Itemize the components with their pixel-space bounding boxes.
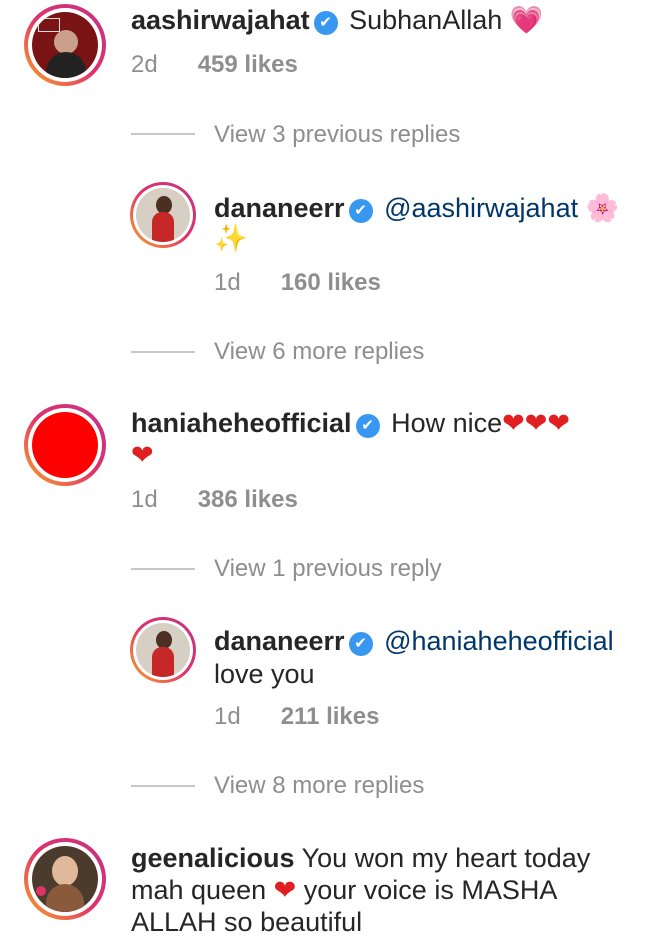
likes-count[interactable]: 459 likes	[198, 51, 298, 78]
view-replies-button[interactable]: View 8 more replies	[214, 772, 424, 800]
sparkles-icon: ✨	[214, 223, 248, 253]
username[interactable]: aashirwajahat	[131, 5, 310, 35]
verified-icon: ✔	[348, 199, 373, 223]
likes-count[interactable]: 211 likes	[281, 703, 380, 730]
heart-icon: ❤	[131, 440, 154, 470]
cherry-blossom-icon: 🌸	[585, 193, 620, 223]
timestamp: 1d	[214, 703, 241, 730]
username[interactable]: dananeerr	[214, 193, 345, 223]
likes-count[interactable]: 160 likes	[281, 269, 381, 296]
comment-text: SubhanAllah	[349, 5, 503, 35]
avatar[interactable]	[130, 182, 196, 248]
pink-heart-icon: 💗	[509, 5, 544, 35]
timestamp: 1d	[214, 269, 241, 296]
mention-link[interactable]: @aashirwajahat	[384, 193, 578, 223]
verified-icon: ✔	[313, 11, 338, 35]
likes-count[interactable]: 386 likes	[198, 486, 298, 513]
avatar[interactable]	[24, 838, 106, 920]
comment-text: love you	[214, 659, 315, 689]
view-replies-button[interactable]: View 6 more replies	[214, 338, 424, 366]
heart-icon: ❤	[273, 875, 297, 905]
timestamp: 2d	[131, 51, 158, 78]
comment-text: ALLAH so beautiful	[131, 907, 363, 937]
comment-text: How nice	[391, 408, 503, 438]
timestamp: 1d	[131, 486, 158, 513]
view-replies-button[interactable]: View 1 previous reply	[214, 555, 442, 583]
username[interactable]: dananeerr	[214, 626, 345, 656]
hearts-icon: ❤❤❤	[502, 408, 570, 438]
mention-link[interactable]: @haniaheheofficial	[384, 626, 614, 656]
comment-text: your voice is MASHA	[303, 875, 558, 905]
avatar[interactable]	[130, 617, 196, 683]
avatar[interactable]	[24, 404, 106, 486]
verified-icon: ✔	[355, 414, 380, 438]
verified-icon: ✔	[348, 632, 373, 656]
comment-text: You won my heart today	[301, 843, 591, 873]
view-replies-button[interactable]: View 3 previous replies	[214, 121, 460, 149]
avatar[interactable]	[24, 4, 106, 86]
username[interactable]: geenalicious	[131, 843, 295, 873]
comment-text: mah queen	[131, 875, 267, 905]
username[interactable]: haniaheheofficial	[131, 408, 352, 438]
